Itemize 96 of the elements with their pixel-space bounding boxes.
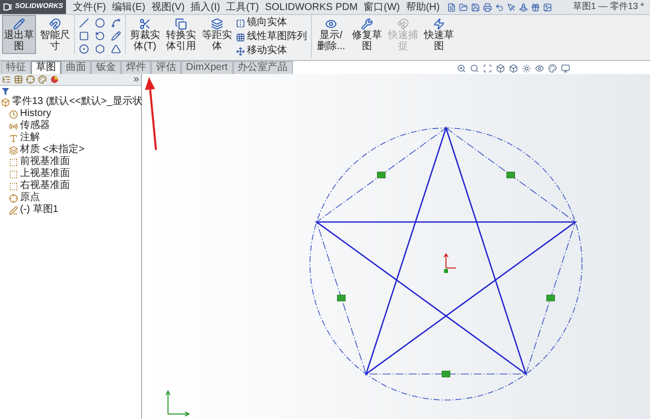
move-icon xyxy=(236,46,245,56)
pencil-icon xyxy=(13,18,25,30)
part-icon xyxy=(1,98,10,106)
ribbon-menu-item[interactable]: 移动实体 xyxy=(236,44,307,58)
menu-item[interactable]: 视图(V) xyxy=(148,0,188,14)
plane-icon xyxy=(9,182,18,190)
relation-icon xyxy=(337,294,346,302)
tree-item[interactable]: 前视基准面 xyxy=(1,156,141,168)
wrench-icon xyxy=(361,18,373,30)
clock-icon xyxy=(9,110,18,118)
palette-icon[interactable] xyxy=(38,75,47,84)
plane-icon xyxy=(9,158,18,166)
tree-item[interactable]: 上视基准面 xyxy=(1,168,141,180)
ribbon-menu-item[interactable]: 镜向实体 xyxy=(236,16,307,30)
tree-icon[interactable] xyxy=(2,75,11,84)
tab[interactable]: 焊件 xyxy=(121,61,151,74)
menu-item[interactable]: 帮助(H) xyxy=(402,0,443,14)
folder-icon[interactable] xyxy=(458,2,468,12)
logo-icon xyxy=(3,3,13,11)
relation-icon xyxy=(377,172,386,178)
material-icon xyxy=(9,146,18,154)
sun-icon[interactable] xyxy=(522,64,531,73)
tree-item[interactable]: 右视基准面 xyxy=(1,180,141,192)
zoom-icon[interactable] xyxy=(457,64,466,73)
tab[interactable]: 办公室产品 xyxy=(232,61,293,74)
cube-icon[interactable] xyxy=(509,64,518,73)
ribbon-button[interactable]: 智能尺寸 xyxy=(38,15,72,54)
palette-icon[interactable] xyxy=(548,64,557,73)
eye-icon xyxy=(325,18,337,30)
mirror-icon xyxy=(236,18,245,28)
chart-icon[interactable] xyxy=(50,75,59,84)
ribbon-menu-item[interactable]: 线性草图阵列 xyxy=(236,30,307,44)
tab[interactable]: 草图 xyxy=(31,61,61,74)
ribbon-button[interactable]: 显示/删除... xyxy=(314,15,348,54)
tree-item[interactable]: 注解 xyxy=(1,132,141,144)
scissors-icon xyxy=(139,18,151,30)
relation-icon xyxy=(442,370,450,378)
tab[interactable]: 钣金 xyxy=(91,61,121,74)
tab[interactable]: 特征 xyxy=(1,61,31,74)
letter-icon xyxy=(9,134,18,142)
tree-item[interactable]: 零件13 (默认<<默认>_显示状 xyxy=(1,96,141,108)
ribbon-button[interactable]: 快速草图 xyxy=(422,15,456,54)
menu-item[interactable]: 编辑(E) xyxy=(109,0,148,14)
gift-icon[interactable] xyxy=(530,2,540,12)
cone-icon[interactable] xyxy=(518,2,528,12)
plane-icon xyxy=(9,170,18,178)
ribbon-button[interactable]: 等距实体 xyxy=(200,15,234,54)
magnet-icon xyxy=(397,18,409,30)
rectangle-icon[interactable] xyxy=(79,31,89,41)
eye-icon[interactable] xyxy=(535,64,544,73)
monitor-icon[interactable] xyxy=(561,64,570,73)
tab[interactable]: 评估 xyxy=(151,61,181,74)
axis-triad-icon xyxy=(166,390,190,416)
tab[interactable]: 曲面 xyxy=(61,61,91,74)
expand-button[interactable]: » xyxy=(133,74,139,84)
table-icon[interactable] xyxy=(14,75,23,84)
crosshair-icon[interactable] xyxy=(26,75,35,84)
ribbon-button[interactable]: 修复草图 xyxy=(350,15,384,54)
cube-icon[interactable] xyxy=(496,64,505,73)
ribbon-button[interactable]: 剪裁实体(T) xyxy=(128,15,162,54)
pointer-icon[interactable] xyxy=(506,2,516,12)
ribbon-button[interactable]: 转换实体引用 xyxy=(164,15,198,54)
tree-item[interactable]: 原点 xyxy=(1,192,141,204)
grid-icon xyxy=(236,32,245,42)
copy-icon xyxy=(175,18,187,30)
document-title: 草图1 — 零件13 * xyxy=(572,0,644,14)
tab[interactable]: DimXpert xyxy=(181,61,233,74)
tree-item[interactable]: 传感器 xyxy=(1,120,141,132)
relation-icon xyxy=(506,172,515,178)
triangle-icon[interactable] xyxy=(111,44,121,54)
menu-item[interactable]: 插入(I) xyxy=(188,0,224,14)
sketch-icon xyxy=(9,206,18,214)
line-icon[interactable] xyxy=(79,18,89,28)
polygon-icon[interactable] xyxy=(95,44,105,54)
image-icon[interactable] xyxy=(542,2,552,12)
ribbon-button[interactable]: 退出草图 xyxy=(2,15,36,54)
menu-item[interactable]: 文件(F) xyxy=(70,0,110,14)
menu-item[interactable]: 窗口(W) xyxy=(360,0,403,14)
relation-icon xyxy=(546,294,555,302)
printer-icon[interactable] xyxy=(482,2,492,12)
menu-item[interactable]: SOLIDWORKS PDM xyxy=(262,0,361,14)
lightning-icon xyxy=(433,18,445,30)
layers-icon xyxy=(211,18,223,30)
undo-icon[interactable] xyxy=(494,2,504,12)
tree-item[interactable]: (-) 草图1 xyxy=(1,204,141,216)
tree-item[interactable]: 材质 <未指定> xyxy=(1,144,141,156)
save-icon[interactable] xyxy=(470,2,480,12)
search-icon[interactable] xyxy=(470,64,479,73)
document-icon[interactable] xyxy=(446,2,456,12)
menu-item[interactable]: 工具(T) xyxy=(223,0,262,14)
spline-icon[interactable] xyxy=(111,18,121,28)
pencil-icon[interactable] xyxy=(111,31,121,41)
tree-item[interactable]: History xyxy=(1,108,141,120)
scan-icon[interactable] xyxy=(483,64,492,73)
sensor-icon xyxy=(9,122,18,130)
circle-icon[interactable] xyxy=(95,18,105,28)
